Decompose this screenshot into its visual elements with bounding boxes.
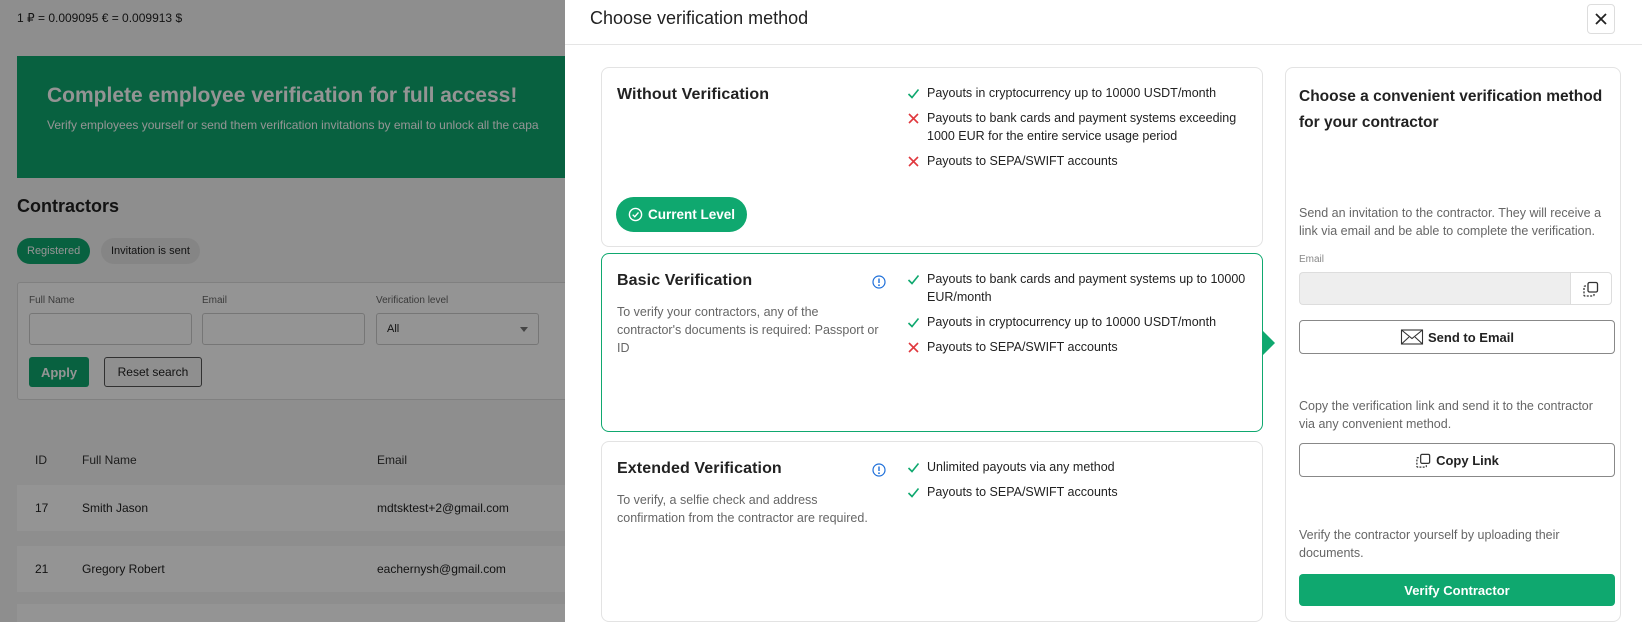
copy-link-text: Copy the verification link and send it t… <box>1299 399 1593 431</box>
send-to-email-button[interactable]: Send to Email <box>1299 320 1615 354</box>
feature-text: Payouts to SEPA/SWIFT accounts <box>927 154 1118 168</box>
close-icon <box>1595 13 1607 25</box>
cross-icon <box>908 112 919 124</box>
selection-pointer <box>1263 331 1275 355</box>
feature-text: Payouts to SEPA/SWIFT accounts <box>927 485 1118 499</box>
card-description: To verify, a selfie check and address co… <box>617 493 868 525</box>
feature-item: Payouts in cryptocurrency up to 10000 US… <box>907 84 1247 102</box>
self-verify-text: Verify the contractor yourself by upload… <box>1299 528 1560 560</box>
card-title: Without Verification <box>617 86 770 103</box>
card-title: Basic Verification <box>617 272 753 289</box>
feature-text: Payouts in cryptocurrency up to 10000 US… <box>927 86 1217 100</box>
info-icon[interactable] <box>872 275 886 289</box>
feature-item: Payouts to bank cards and payment system… <box>907 270 1247 306</box>
card-without-verification[interactable]: Without Verification Payouts in cryptocu… <box>601 67 1263 247</box>
feature-item: Payouts to bank cards and payment system… <box>907 109 1247 145</box>
current-level-label: Current Level <box>647 207 736 222</box>
verification-modal: Choose verification method Without Verif… <box>565 0 1642 622</box>
feature-text: Payouts to bank cards and payment system… <box>927 272 1246 304</box>
card-title: Extended Verification <box>617 460 782 477</box>
feature-list: Payouts in cryptocurrency up to 10000 US… <box>907 84 1247 177</box>
invite-text: Send an invitation to the contractor. Th… <box>1299 206 1602 238</box>
feature-text: Payouts to bank cards and payment system… <box>927 111 1237 143</box>
verify-contractor-button[interactable]: Verify Contractor <box>1299 574 1615 606</box>
feature-item: Payouts in cryptocurrency up to 10000 US… <box>907 313 1247 331</box>
copy-link-label: Copy Link <box>1436 452 1499 468</box>
modal-title: Choose verification method <box>590 8 809 28</box>
card-basic-verification[interactable]: Basic Verification To verify your contra… <box>601 253 1263 432</box>
verification-actions-panel: Choose a convenient verification method … <box>1285 67 1621 622</box>
copy-icon <box>1583 281 1599 297</box>
modal-header: Choose verification method <box>565 0 1642 45</box>
check-circle-icon <box>628 207 643 222</box>
feature-item: Payouts to SEPA/SWIFT accounts <box>907 483 1247 501</box>
check-icon <box>907 487 920 498</box>
copy-email-button[interactable] <box>1570 272 1612 305</box>
check-icon <box>907 462 920 473</box>
side-title: Choose a convenient verification method … <box>1299 88 1603 131</box>
feature-item: Payouts to SEPA/SWIFT accounts <box>907 338 1247 356</box>
email-field[interactable] <box>1299 272 1571 305</box>
feature-item: Unlimited payouts via any method <box>907 458 1247 476</box>
send-to-email-label: Send to Email <box>1428 329 1514 345</box>
check-icon <box>907 274 920 285</box>
feature-item: Payouts to SEPA/SWIFT accounts <box>907 152 1247 170</box>
card-description: To verify your contractors, any of the c… <box>617 305 879 355</box>
feature-list: Payouts to bank cards and payment system… <box>907 270 1247 363</box>
current-level-button[interactable]: Current Level <box>616 197 747 232</box>
feature-text: Payouts in cryptocurrency up to 10000 US… <box>927 315 1217 329</box>
envelope-icon <box>1400 329 1424 345</box>
feature-text: Payouts to SEPA/SWIFT accounts <box>927 340 1118 354</box>
cross-icon <box>908 155 919 167</box>
info-icon[interactable] <box>872 463 886 477</box>
copy-link-button[interactable]: Copy Link <box>1299 443 1615 477</box>
email-label: Email <box>1299 254 1325 265</box>
feature-text: Unlimited payouts via any method <box>927 460 1115 474</box>
feature-list: Unlimited payouts via any method Payouts… <box>907 458 1247 508</box>
card-extended-verification[interactable]: Extended Verification To verify, a selfi… <box>601 441 1263 622</box>
check-icon <box>907 317 920 328</box>
check-icon <box>907 88 920 99</box>
close-button[interactable] <box>1587 4 1615 34</box>
cross-icon <box>908 341 919 353</box>
copy-icon <box>1416 453 1431 468</box>
